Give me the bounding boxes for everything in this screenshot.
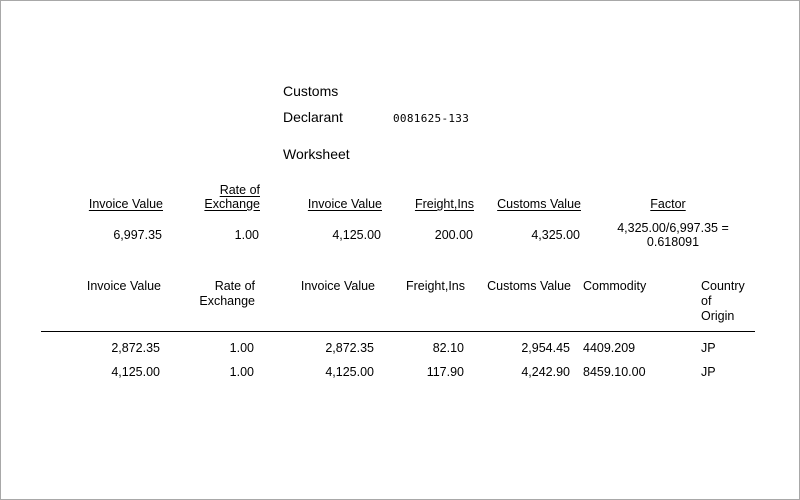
detail-cell-invoice-value-local: 4,125.00 [325, 365, 374, 379]
table-row: 2,872.35 1.00 2,872.35 82.10 2,954.45 44… [41, 332, 755, 357]
detail-cell-invoice-value-foreign: 4,125.00 [111, 365, 160, 379]
detail-header-customs-value: Customs Value [487, 279, 571, 293]
detail-header-country-of-origin: Country of Origin [701, 279, 745, 323]
summary-cell-factor: 4,325.00/6,997.35 = 0.618091 [617, 221, 729, 249]
detail-header-freight-ins: Freight,Ins [405, 279, 465, 293]
detail-cell-rate-of-exchange: 1.00 [229, 341, 254, 355]
summary-cell-invoice-value-local: 4,125.00 [332, 228, 381, 242]
detail-cell-customs-value: 4,242.90 [521, 365, 570, 379]
detail-header-commodity: Commodity [583, 279, 647, 293]
summary-table: Invoice Value Rate of Exchange Invoice V… [41, 183, 755, 250]
detail-cell-invoice-value-local: 2,872.35 [325, 341, 374, 355]
summary-table-row: 6,997.35 1.00 4,125.00 200.00 4,325.00 4… [41, 214, 755, 250]
detail-cell-commodity: 8459.10.00 [583, 365, 646, 379]
declarant-number: 0081625-133 [393, 112, 470, 125]
summary-header-invoice-value-local: Invoice Value [307, 197, 382, 211]
page-title-line-2: Worksheet [283, 146, 350, 162]
summary-header-invoice-value-foreign: Invoice Value [88, 197, 163, 211]
summary-cell-customs-value: 4,325.00 [531, 228, 580, 242]
declarant-row: Declarant 0081625-133 [283, 109, 469, 125]
detail-header-invoice-value-local: Invoice Value [300, 279, 375, 293]
detail-cell-freight-ins: 117.90 [426, 365, 464, 379]
page-title-line-1: Customs [283, 83, 339, 99]
summary-header-rate-of-exchange: Rate of Exchange [204, 183, 260, 211]
declarant-label: Declarant [283, 109, 343, 125]
detail-header-rate-of-exchange: Rate of Exchange [199, 279, 255, 308]
detail-table: Invoice Value Rate of Exchange Invoice V… [41, 279, 755, 380]
customs-worksheet-page: Customs Worksheet Declarant 0081625-133 … [0, 0, 800, 500]
table-row: 4,125.00 1.00 4,125.00 117.90 4,242.90 8… [41, 356, 755, 380]
summary-cell-invoice-value-foreign: 6,997.35 [113, 228, 162, 242]
detail-cell-country-of-origin: JP [701, 365, 716, 379]
detail-header-invoice-value-foreign: Invoice Value [86, 279, 161, 293]
detail-cell-freight-ins: 82.10 [432, 341, 464, 355]
detail-cell-commodity: 4409.209 [583, 341, 636, 355]
detail-cell-customs-value: 2,954.45 [521, 341, 570, 355]
detail-table-header-row: Invoice Value Rate of Exchange Invoice V… [41, 279, 755, 332]
summary-cell-rate-of-exchange: 1.00 [234, 228, 259, 242]
detail-cell-country-of-origin: JP [701, 341, 716, 355]
summary-header-freight-ins: Freight,Ins [414, 197, 474, 211]
summary-cell-freight-ins: 200.00 [434, 228, 473, 242]
detail-cell-rate-of-exchange: 1.00 [229, 365, 254, 379]
detail-cell-invoice-value-foreign: 2,872.35 [111, 341, 160, 355]
summary-table-header-row: Invoice Value Rate of Exchange Invoice V… [41, 183, 755, 214]
summary-header-customs-value: Customs Value [497, 197, 581, 211]
summary-header-factor: Factor [650, 197, 686, 211]
